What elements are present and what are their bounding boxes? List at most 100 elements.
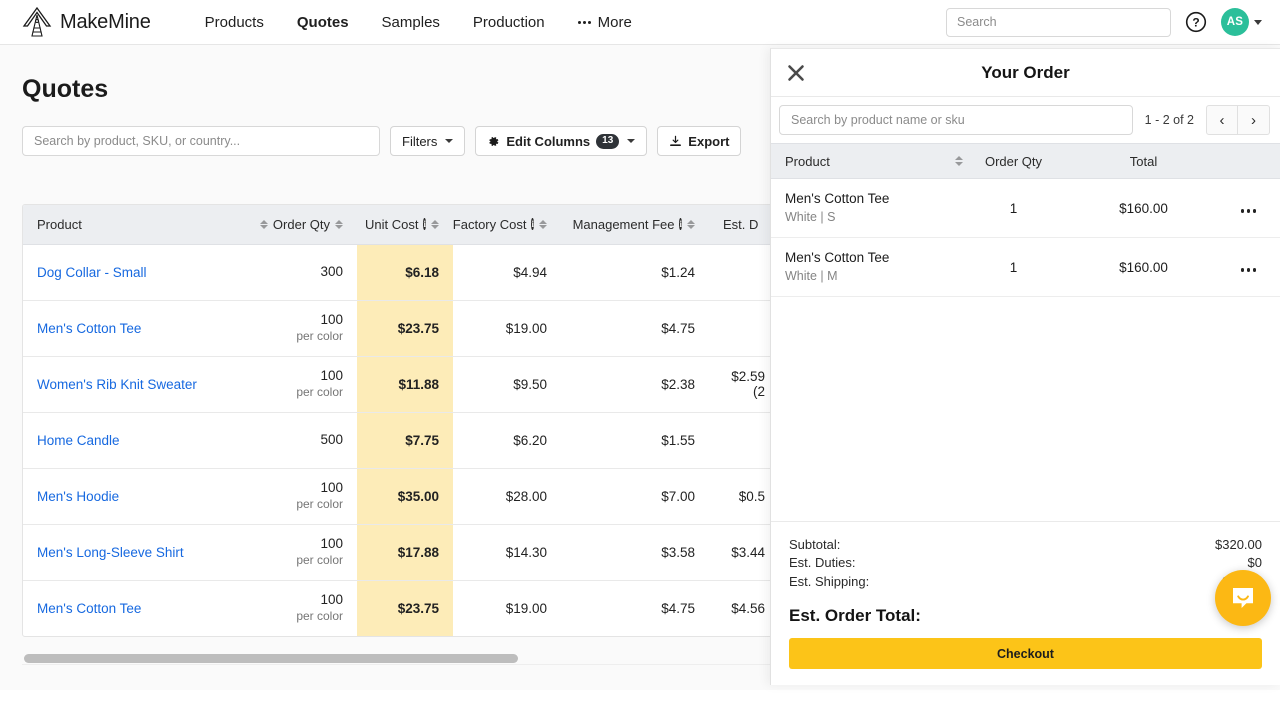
- summary-value-duties: $0: [1247, 555, 1262, 571]
- management-fee-value: $1.24: [561, 244, 709, 301]
- summary-label-shipping: Est. Shipping:: [789, 573, 870, 589]
- svg-text:?: ?: [1192, 16, 1199, 30]
- unit-cost-value: $17.88: [357, 524, 453, 581]
- info-icon[interactable]: i: [679, 218, 682, 231]
- summary-value-subtotal: $320.00: [1215, 536, 1262, 552]
- order-qty-value: 100: [320, 592, 343, 608]
- edit-columns-button[interactable]: Edit Columns 13: [475, 126, 648, 156]
- col-header-product-label: Product: [37, 216, 82, 232]
- col-header-product[interactable]: Product: [23, 205, 261, 245]
- global-search-input[interactable]: Search: [946, 7, 1171, 37]
- col-header-order-qty[interactable]: Order Qty: [259, 205, 357, 245]
- nav-item-production[interactable]: Production: [473, 14, 545, 31]
- export-button[interactable]: Export: [657, 126, 742, 156]
- nav-item-products[interactable]: Products: [205, 14, 264, 31]
- est-d-value: $2.59 (2: [709, 356, 779, 413]
- row-actions-ellipsis-icon[interactable]: [1240, 209, 1257, 213]
- unit-cost-value: $23.75: [357, 300, 453, 357]
- management-fee-value: $4.75: [661, 600, 695, 616]
- factory-cost-value: $9.50: [453, 356, 561, 413]
- factory-cost-value: $19.00: [453, 300, 561, 357]
- order-item-menu-cell[interactable]: [1216, 237, 1280, 297]
- product-link[interactable]: Dog Collar - Small: [37, 265, 147, 280]
- mountain-tower-logo-icon: [22, 6, 52, 37]
- quotes-search-placeholder: Search by product, SKU, or country...: [34, 134, 241, 148]
- col-header-est-d-label: Est. D: [723, 216, 759, 232]
- order-item-menu-cell[interactable]: [1216, 178, 1280, 238]
- user-menu[interactable]: AS: [1221, 8, 1262, 36]
- col-header-management-fee[interactable]: Management Fee i: [561, 205, 709, 245]
- order-drawer-spacer: [771, 297, 1280, 521]
- factory-cost-value: $4.94: [453, 244, 561, 301]
- product-link[interactable]: Women's Rib Knit Sweater: [37, 377, 197, 392]
- product-link[interactable]: Men's Cotton Tee: [37, 321, 141, 336]
- est-d-value: [709, 412, 779, 469]
- sort-icon: [431, 219, 439, 229]
- col-header-order-qty-label: Order Qty: [272, 216, 330, 232]
- global-search-placeholder: Search: [957, 15, 997, 29]
- col-header-factory-cost[interactable]: Factory Cost i: [452, 205, 561, 245]
- col-header-management-fee-label: Management Fee: [572, 216, 675, 232]
- order-col-header-qty: Order Qty: [956, 143, 1071, 179]
- order-search-input[interactable]: Search by product name or sku: [779, 105, 1133, 135]
- order-drawer-header: Your Order: [771, 49, 1280, 97]
- product-link[interactable]: Men's Cotton Tee: [37, 601, 141, 616]
- management-fee-value: $4.75: [561, 300, 709, 357]
- close-icon[interactable]: [785, 62, 807, 84]
- nav-item-samples[interactable]: Samples: [382, 14, 440, 31]
- order-col-header-product[interactable]: Product: [771, 143, 963, 179]
- help-circle-icon[interactable]: ?: [1185, 11, 1207, 33]
- management-fee-value: $7.00: [561, 468, 709, 525]
- order-drawer-title: Your Order: [981, 62, 1070, 82]
- avatar: AS: [1221, 8, 1249, 36]
- list-item[interactable]: Men's Cotton Tee White | M 1 $160.00: [771, 237, 1280, 297]
- nav-item-more[interactable]: More: [577, 14, 632, 31]
- order-col-header-actions: [1216, 143, 1280, 179]
- est-d-value: [709, 300, 779, 357]
- product-link[interactable]: Men's Hoodie: [37, 489, 119, 504]
- quotes-search-input[interactable]: Search by product, SKU, or country...: [22, 126, 380, 156]
- unit-cost-value: $35.00: [357, 468, 453, 525]
- info-icon[interactable]: i: [531, 218, 534, 231]
- brand-logo[interactable]: MakeMine: [22, 6, 151, 38]
- order-drawer-toolbar: Search by product name or sku 1 - 2 of 2…: [771, 97, 1280, 143]
- summary-label-subtotal: Subtotal:: [789, 536, 841, 552]
- nav-item-quotes[interactable]: Quotes: [297, 14, 349, 31]
- filters-button[interactable]: Filters: [390, 126, 466, 156]
- col-header-unit-cost[interactable]: Unit Cost i: [357, 205, 453, 245]
- sort-icon: [687, 219, 695, 229]
- filters-button-label: Filters: [402, 133, 438, 149]
- product-link[interactable]: Men's Long-Sleeve Shirt: [37, 545, 184, 560]
- order-col-header-product-label: Product: [785, 153, 830, 169]
- row-actions-ellipsis-icon[interactable]: [1240, 268, 1257, 272]
- col-header-factory-cost-label: Factory Cost: [452, 216, 527, 232]
- chevron-down-icon: [1254, 19, 1262, 25]
- col-header-est-d[interactable]: Est. D: [709, 205, 779, 245]
- order-items-table: Product Order Qty Total Men's Cotton Tee…: [771, 143, 1280, 297]
- next-page-button[interactable]: ›: [1238, 105, 1270, 135]
- chat-launcher-button[interactable]: [1215, 570, 1271, 626]
- sort-icon: [335, 219, 343, 229]
- order-item-variant: White | S: [785, 209, 836, 224]
- order-qty-sub: per color: [296, 328, 343, 343]
- est-d-value: $3.44: [709, 524, 779, 581]
- order-qty-value: 100: [320, 536, 343, 552]
- unit-cost-value: $6.18: [357, 244, 453, 301]
- factory-cost-value: $6.20: [453, 412, 561, 469]
- summary-row-shipping: Est. Shipping: $75.00: [789, 573, 1262, 591]
- prev-page-button[interactable]: ‹: [1206, 105, 1238, 135]
- sort-icon: [259, 219, 268, 229]
- management-fee-value: $3.58: [561, 524, 709, 581]
- export-button-label: Export: [688, 133, 730, 149]
- unit-cost-value: $7.75: [357, 412, 453, 469]
- order-total-row: Est. Order Total:: [789, 606, 1262, 626]
- checkout-button[interactable]: Checkout: [789, 638, 1262, 669]
- info-icon[interactable]: i: [423, 218, 426, 231]
- product-link[interactable]: Home Candle: [37, 433, 120, 448]
- app-root: MakeMine Products Quotes Samples Product…: [0, 0, 1280, 720]
- order-col-header-total: Total: [1071, 143, 1216, 179]
- chat-bubble-icon: [1233, 588, 1253, 608]
- list-item[interactable]: Men's Cotton Tee White | S 1 $160.00: [771, 178, 1280, 238]
- ellipsis-icon: [577, 20, 591, 24]
- table-horizontal-scrollbar-thumb[interactable]: [24, 654, 518, 663]
